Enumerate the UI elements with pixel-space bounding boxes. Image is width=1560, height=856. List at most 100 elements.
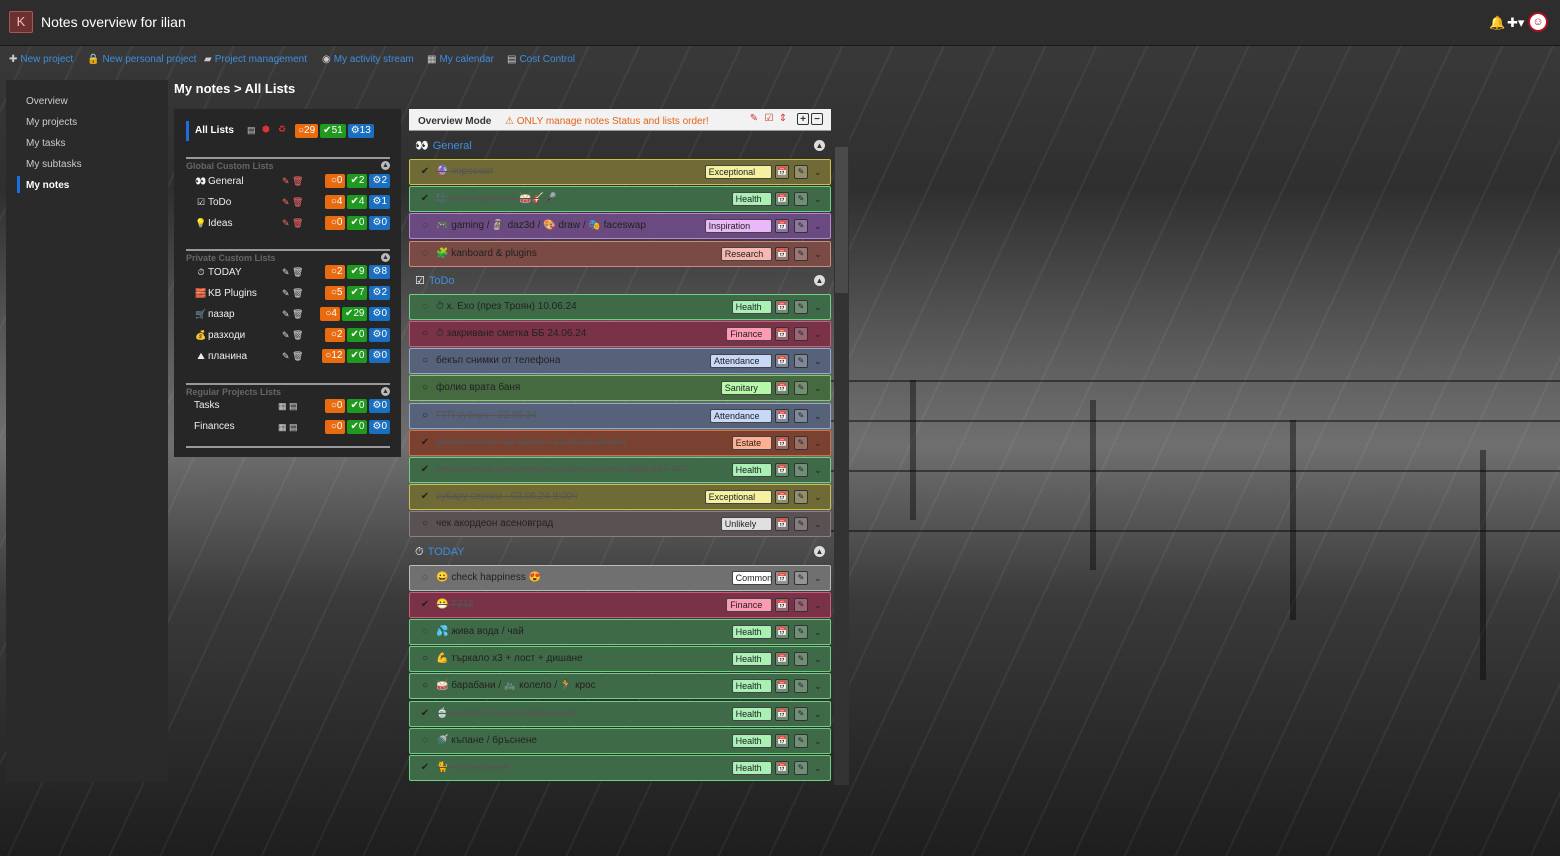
note-status-icon[interactable]: ◌ (419, 214, 431, 238)
note-expand-icon[interactable]: ⌄ (814, 187, 822, 211)
list-actions[interactable]: ✎ 🗑 (282, 173, 303, 189)
note-expand-icon[interactable]: ⌄ (814, 160, 822, 184)
menu-item-my-activity-stream[interactable]: ◉ My activity stream (322, 54, 414, 65)
collapse-icon[interactable]: ▲ (381, 387, 390, 396)
checkbox-icon[interactable]: ☑ (763, 113, 775, 125)
note-edit-button[interactable]: ✎ (794, 354, 808, 369)
note-status-icon[interactable]: ○ (419, 647, 431, 671)
note-calendar-button[interactable]: 📅 (775, 435, 789, 450)
note-item[interactable]: ✔ 🍵 детокс / сауна / накръщина Health 📅 ✎ ⌄ (409, 700, 831, 727)
note-status-icon[interactable]: ◌ (419, 295, 431, 319)
group-header-todo[interactable]: ☑ ToDo ▲ (409, 269, 831, 293)
note-edit-button[interactable]: ✎ (794, 679, 808, 694)
note-edit-button[interactable]: ✎ (794, 219, 808, 234)
list-item-private_lists[interactable]: 💰разходи ✎ 🗑 ○2 ✔0 ⚙0 (194, 327, 390, 343)
note-calendar-button[interactable]: 📅 (775, 652, 789, 667)
note-expand-icon[interactable]: ⌄ (814, 593, 822, 617)
plus-icon[interactable]: ✚▾ (1507, 15, 1524, 31)
note-calendar-button[interactable]: 📅 (775, 517, 789, 532)
note-status-icon[interactable]: ○ (419, 404, 431, 428)
note-status-icon[interactable]: ✔ (419, 160, 431, 184)
note-edit-button[interactable]: ✎ (794, 327, 808, 341)
note-edit-button[interactable]: ✎ (794, 299, 808, 314)
note-calendar-button[interactable]: 📅 (775, 165, 789, 179)
note-item[interactable]: ○ ГТП субару - 22.05.24 Attendance 📅 ✎ ⌄ (409, 402, 831, 429)
list-icon[interactable]: ▤ (247, 125, 256, 136)
note-calendar-button[interactable]: 📅 (775, 625, 789, 639)
note-item[interactable]: ◌ 🎮 gaming / 🗿 daz3d / 🎨 draw / 🎭 faceswa… (409, 213, 831, 240)
list-actions[interactable]: ▦ ▤ (278, 419, 298, 435)
board-scrollbar[interactable] (834, 135, 849, 785)
note-edit-button[interactable]: ✎ (794, 652, 808, 667)
note-status-icon[interactable]: ✔ (419, 485, 431, 509)
note-calendar-button[interactable]: 📅 (775, 706, 789, 721)
sidenav-item-my-subtasks[interactable]: My subtasks (26, 159, 82, 170)
note-status-icon[interactable]: ◌ (419, 729, 431, 753)
note-item[interactable]: ◌ 🧩 kanboard & plugins Research 📅 ✎ ⌄ (409, 240, 831, 267)
note-item[interactable]: ✔ 🔮 хороскоп Exceptional 📅 ✎ ⌄ (409, 159, 831, 185)
note-expand-icon[interactable]: ⌄ (814, 620, 822, 644)
note-edit-button[interactable]: ✎ (794, 570, 808, 585)
refresh-icon[interactable]: ♻ (278, 124, 286, 135)
collapse-group-icon[interactable]: ▲ (814, 274, 825, 286)
note-status-icon[interactable]: ○ (419, 512, 431, 536)
note-edit-button[interactable]: ✎ (794, 192, 808, 207)
menu-item-new-personal-project[interactable]: 🔒 New personal project (87, 54, 196, 65)
note-calendar-button[interactable]: 📅 (775, 299, 789, 314)
note-calendar-button[interactable]: 📅 (775, 354, 789, 369)
note-edit-button[interactable]: ✎ (794, 761, 808, 775)
note-expand-icon[interactable]: ⌄ (814, 674, 822, 698)
note-calendar-button[interactable]: 📅 (775, 761, 789, 775)
note-status-icon[interactable]: ◌ (419, 620, 431, 644)
list-actions[interactable]: ✎ 🗑 (282, 285, 303, 301)
collapse-group-icon[interactable]: ▲ (814, 140, 825, 151)
list-actions[interactable]: ▦ ▤ (278, 398, 298, 414)
note-edit-button[interactable]: ✎ (794, 490, 808, 505)
note-edit-button[interactable]: ✎ (794, 165, 808, 179)
note-calendar-button[interactable]: 📅 (775, 408, 789, 423)
list-item-private_lists[interactable]: 🧱KB Plugins ✎ 🗑 ○5 ✔7 ⚙2 (194, 285, 390, 301)
note-status-icon[interactable]: ✔ (419, 702, 431, 726)
collapse-all-icon[interactable]: − (811, 113, 823, 125)
note-expand-icon[interactable]: ⌄ (814, 647, 822, 671)
note-expand-icon[interactable]: ⌄ (814, 512, 822, 536)
note-status-icon[interactable]: ✔ (419, 593, 431, 617)
expand-all-icon[interactable]: + (797, 113, 809, 125)
note-item[interactable]: ○ ⏱ закриване сметка ББ 24.06.24 Finance 📅 ✎… (409, 321, 831, 347)
note-edit-button[interactable]: ✎ (794, 246, 808, 261)
note-item[interactable]: ◌ 😀 check happiness 😍 Common 📅 ✎ ⌄ (409, 564, 831, 591)
note-calendar-button[interactable]: 📅 (775, 679, 789, 694)
note-edit-button[interactable]: ✎ (794, 408, 808, 423)
collapse-icon[interactable]: ▲ (381, 253, 390, 262)
note-status-icon[interactable]: ○ (419, 376, 431, 400)
note-expand-icon[interactable]: ⌄ (814, 485, 822, 509)
list-actions[interactable]: ✎ 🗑 (282, 306, 303, 322)
note-status-icon[interactable]: ◌ (419, 566, 431, 590)
sidenav-item-my-notes[interactable]: My notes (26, 180, 69, 191)
settings-icon[interactable]: ⬢ (262, 124, 270, 135)
note-item[interactable]: ✔ субару сервиз - 03.06.24 9:00ч Exception… (409, 484, 831, 511)
note-status-icon[interactable]: ○ (419, 674, 431, 698)
list-item-global_lists[interactable]: ☑ ToDo ✎ 🗑 ○4 ✔4 ⚙1 (194, 194, 390, 210)
all-lists-item[interactable]: All Lists (186, 121, 234, 141)
list-item-private_lists[interactable]: ⛰ планина ✎ 🗑 ○12 ✔0 ⚙0 (194, 348, 390, 364)
list-item-global_lists[interactable]: 👀General ✎ 🗑 ○0 ✔2 ⚙2 (194, 173, 390, 189)
note-calendar-button[interactable]: 📅 (775, 381, 789, 396)
note-item[interactable]: ✔ 😷 T212 Finance 📅 ✎ ⌄ (409, 591, 831, 618)
note-edit-button[interactable]: ✎ (794, 625, 808, 639)
note-edit-button[interactable]: ✎ (794, 435, 808, 450)
app-logo[interactable]: K (9, 11, 33, 33)
sort-icon[interactable]: ⇕ (777, 113, 789, 125)
note-item[interactable]: ✔ 🎼 репетиционна 🥁🎸🎤 Health 📅 ✎ ⌄ (409, 186, 831, 213)
note-edit-button[interactable]: ✎ (794, 381, 808, 396)
note-expand-icon[interactable]: ⌄ (814, 214, 822, 238)
note-expand-icon[interactable]: ⌄ (814, 729, 822, 753)
note-expand-icon[interactable]: ⌄ (814, 376, 822, 400)
group-header-today[interactable]: ⏱ TODAY ▲ (409, 540, 831, 564)
note-calendar-button[interactable]: 📅 (775, 597, 789, 612)
note-status-icon[interactable]: ✔ (419, 458, 431, 482)
note-item[interactable]: ○ 🥁 барабани / 🚲 колело / 🏃 крос Health 📅 ✎ ⌄ (409, 673, 831, 700)
note-status-icon[interactable]: ○ (419, 322, 431, 346)
bell-icon[interactable]: 🔔 (1489, 15, 1505, 31)
note-calendar-button[interactable]: 📅 (775, 192, 789, 207)
